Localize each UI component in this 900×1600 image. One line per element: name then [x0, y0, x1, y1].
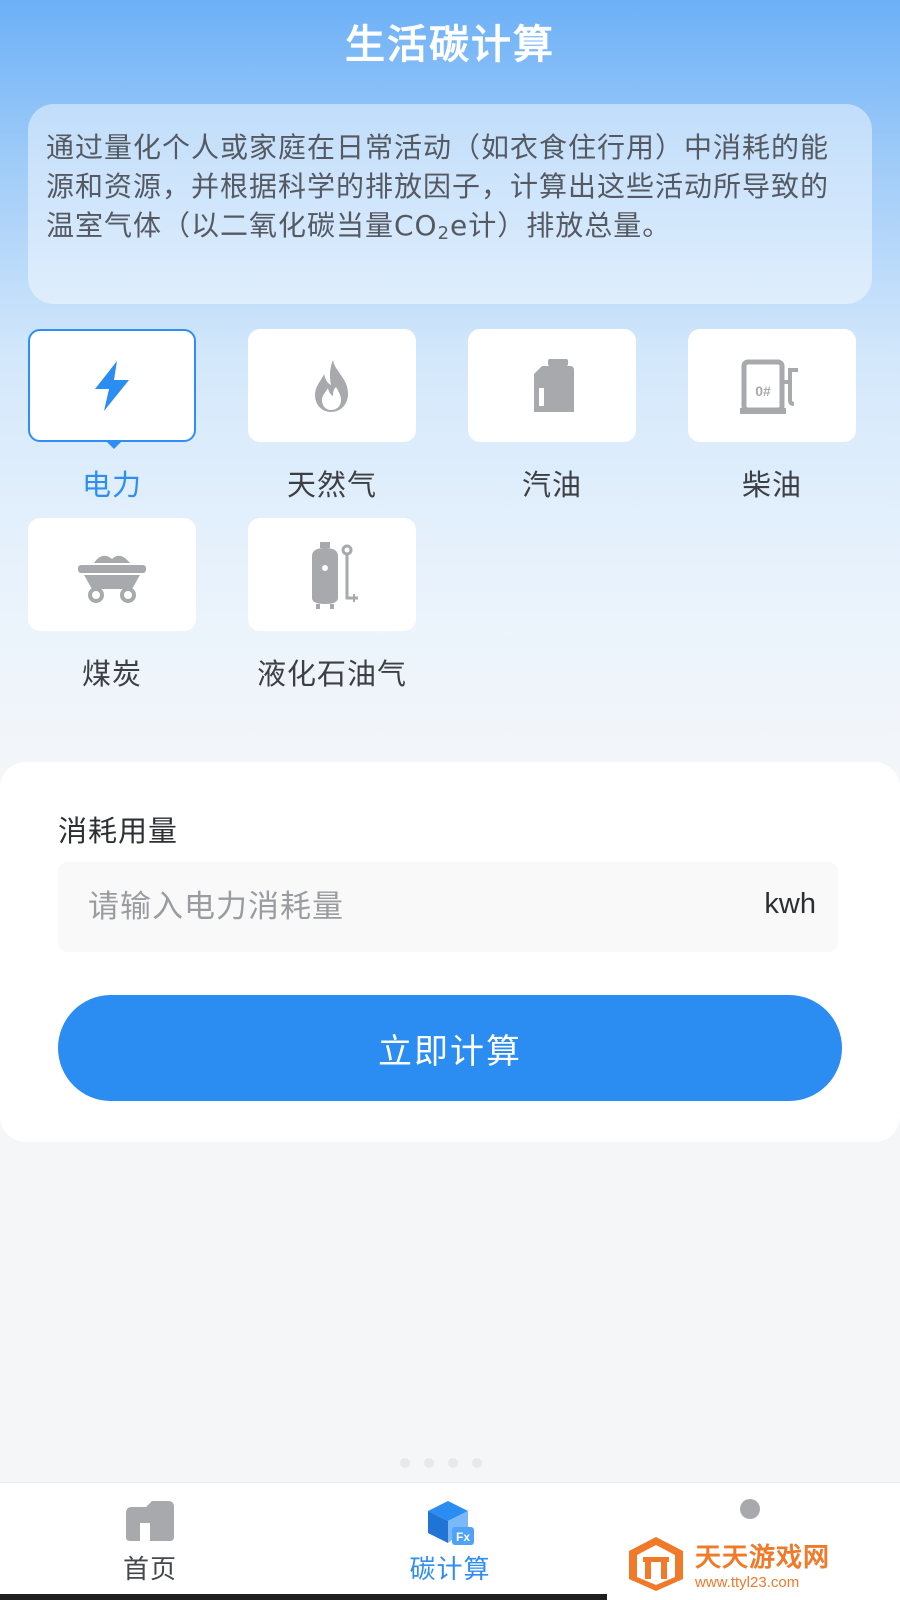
page-dot [472, 1458, 482, 1468]
fuel-pump-icon: 0# [740, 359, 798, 414]
fuel-option-gasoline[interactable]: 汽油 [468, 329, 636, 504]
svg-text:0#: 0# [755, 383, 771, 399]
page-dot [400, 1458, 410, 1468]
calculator-card: 消耗用量 kwh 立即计算 [0, 762, 900, 1142]
tab-label: 首页 [122, 1555, 177, 1585]
tab-home[interactable]: 首页 [80, 1483, 220, 1593]
watermark-logo-icon [629, 1537, 683, 1591]
intro-subscript: 2 [437, 223, 451, 244]
intro-card: 通过量化个人或家庭在日常活动（如衣食住行用）中消耗的能源和资源，并根据科学的排放… [28, 104, 872, 304]
fuel-label: 液化石油气 [256, 657, 407, 691]
page-dot [424, 1458, 434, 1468]
consumption-label: 消耗用量 [58, 814, 179, 848]
unit-label: kwh [764, 888, 816, 920]
fuel-option-electricity[interactable]: 电力 [28, 329, 196, 504]
page-title: 生活碳计算 [345, 22, 555, 68]
watermark-url: www.ttyl23.com [695, 1574, 800, 1591]
watermark: 天天游戏网 www.ttyl23.com [625, 1528, 900, 1600]
tab-label: 碳计算 [409, 1555, 491, 1585]
fuel-tile[interactable] [468, 329, 636, 442]
consumption-input[interactable] [58, 862, 718, 952]
fuel-tile[interactable] [248, 329, 416, 442]
gesture-bar [0, 1594, 607, 1600]
fuel-tile[interactable] [28, 518, 196, 631]
coal-cart-icon [78, 555, 146, 603]
intro-text-part: e计）排放总量。 [450, 209, 672, 242]
fuel-label: 柴油 [741, 468, 802, 502]
fuel-tile[interactable]: 0# [688, 329, 856, 442]
calculate-button[interactable]: 立即计算 [58, 995, 842, 1101]
flame-icon [315, 359, 348, 412]
fuel-option-coal[interactable]: 煤炭 [28, 518, 196, 693]
tab-carbon-calc[interactable]: Fx 碳计算 [380, 1483, 520, 1593]
fuel-label: 天然气 [286, 468, 377, 502]
page-indicator [400, 1458, 482, 1468]
fuel-option-lpg[interactable]: 液化石油气 [248, 518, 416, 693]
consumption-input-wrapper: kwh [58, 862, 838, 952]
fuel-option-diesel[interactable]: 0# 柴油 [688, 329, 856, 504]
lightning-icon [95, 360, 129, 411]
fuel-can-icon [534, 358, 574, 412]
cube-fx-icon: Fx [380, 1497, 520, 1545]
watermark-name: 天天游戏网 [695, 1543, 831, 1573]
fuel-tile[interactable] [28, 329, 196, 449]
watermark-text: 天天游戏网 www.ttyl23.com [695, 1537, 830, 1591]
home-icon [80, 1497, 220, 1545]
intro-text: 通过量化个人或家庭在日常活动（如衣食住行用）中消耗的能源和资源，并根据科学的排放… [46, 128, 854, 253]
fuel-option-natural-gas[interactable]: 天然气 [248, 329, 416, 504]
fuel-label: 煤炭 [81, 657, 142, 691]
fuel-label: 汽油 [521, 468, 582, 502]
fuel-tile[interactable] [248, 518, 416, 631]
gas-cylinder-icon [312, 541, 358, 609]
svg-text:Fx: Fx [456, 1530, 470, 1544]
fuel-label: 电力 [81, 468, 142, 502]
page-dot [448, 1458, 458, 1468]
